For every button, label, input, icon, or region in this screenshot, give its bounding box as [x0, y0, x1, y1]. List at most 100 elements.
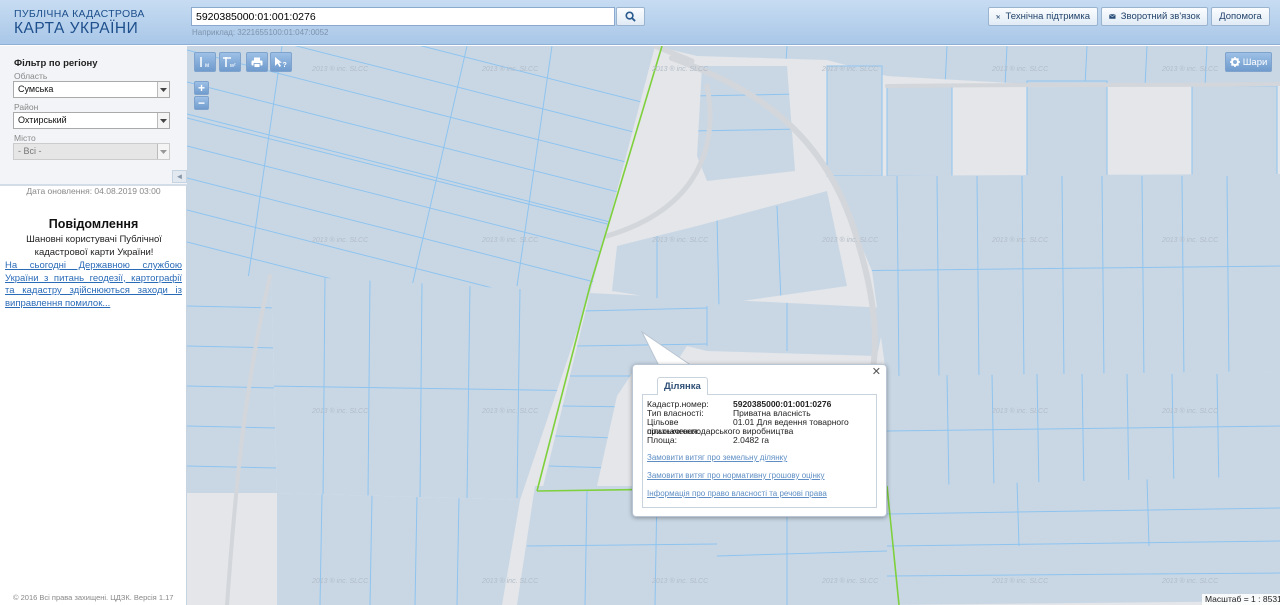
city-select-value: - Всі -: [18, 146, 42, 156]
gear-icon: [1229, 57, 1240, 67]
district-select[interactable]: Охтирський: [13, 112, 170, 129]
parcel-block-east: [832, 174, 1280, 381]
chevron-down-icon: [157, 82, 169, 97]
watermark: 2013 ® inc. SLCC: [651, 236, 709, 244]
ruler-icon: м: [200, 57, 209, 68]
chevron-down-icon: [157, 113, 169, 128]
watermark: 2013 ® inc. SLCC: [481, 407, 539, 415]
watermark: 2013 ® inc. SLCC: [991, 236, 1049, 244]
copyright-footer: © 2016 Всі права захищені. ЦДЗК. Версія …: [13, 593, 174, 602]
layers-label: Шари: [1242, 56, 1268, 68]
watermark: 2013 ® inc. SLCC: [651, 65, 709, 73]
parcel-block-southeast: [887, 476, 1280, 605]
ownership-info-link[interactable]: Інформація про право власності та речові…: [647, 489, 827, 498]
watermark: 2013 ® inc. SLCC: [1161, 577, 1219, 585]
filter-title: Фільтр по регіону: [14, 58, 98, 69]
app-logo[interactable]: ПУБЛІЧНА КАДАСТРОВА КАРТА УКРАЇНИ: [14, 9, 145, 36]
watermark: 2013 ® inc. SLCC: [991, 407, 1049, 415]
zoom-in-label: +: [197, 81, 205, 95]
parcel-info-popup: ✕ Ділянка Кадастр.номер: 5920385000:01:0…: [632, 364, 887, 517]
watermark: 2013 ® inc. SLCC: [481, 236, 539, 244]
search-input[interactable]: [191, 7, 615, 26]
parcel-block-west: [187, 276, 277, 493]
app-root: ПУБЛІЧНА КАДАСТРОВА КАРТА УКРАЇНИ Наприк…: [0, 0, 1280, 605]
order-parcel-extract-link[interactable]: Замовити витяг про земельну ділянку: [647, 453, 787, 462]
watermark: 2013 ® inc. SLCC: [821, 577, 879, 585]
layers-button[interactable]: Шари: [1225, 52, 1272, 72]
parcel-north-4: [1191, 85, 1278, 182]
region-label: Область: [14, 71, 48, 81]
zoom-out-label: −: [197, 96, 205, 110]
watermark: 2013 ® inc. SLCC: [1161, 236, 1219, 244]
watermark: 2013 ® inc. SLCC: [481, 65, 539, 73]
area-value: 2.0482 га: [733, 435, 770, 445]
parcel-block-east-center: [887, 371, 1280, 491]
pointer-help-icon: ?: [275, 57, 287, 68]
watermark: 2013 ® inc. SLCC: [311, 236, 369, 244]
watermark: 2013 ® inc. SLCC: [821, 65, 879, 73]
help-button[interactable]: Допомога: [1211, 7, 1270, 26]
parcel-north-3: [1026, 80, 1108, 177]
region-select-value: Сумська: [18, 84, 54, 94]
collapse-sidebar-button[interactable]: ◄: [172, 170, 187, 183]
header-bar: ПУБЛІЧНА КАДАСТРОВА КАРТА УКРАЇНИ Наприк…: [0, 0, 1280, 45]
area-label: Площа:: [647, 435, 677, 445]
printer-icon: [251, 57, 263, 68]
search-button[interactable]: [616, 7, 645, 26]
search-icon: [625, 11, 636, 22]
parcel-block-southwest: [277, 493, 520, 605]
region-filter-panel: Фільтр по регіону Область Сумська Район …: [0, 46, 187, 184]
map-scale: Масштаб = 1 : 8531: [1202, 594, 1280, 605]
notice-link[interactable]: На сьогодні Державною службою України з …: [5, 260, 182, 310]
envelope-icon: [1109, 14, 1116, 19]
city-label: Місто: [14, 133, 36, 143]
sidebar: Фільтр по регіону Область Сумська Район …: [0, 46, 187, 605]
parcel-north-2: [886, 85, 953, 177]
measure-length-button[interactable]: м: [194, 52, 216, 72]
chevron-left-icon: ◄: [175, 172, 184, 181]
region-select[interactable]: Сумська: [13, 81, 170, 98]
svg-text:м: м: [205, 63, 209, 68]
watermark: 2013 ® inc. SLCC: [651, 577, 709, 585]
feedback-label: Зворотний зв'язок: [1120, 11, 1200, 22]
logo-top-text: ПУБЛІЧНА КАДАСТРОВА: [14, 8, 145, 20]
identify-button[interactable]: ?: [270, 52, 292, 72]
tools-icon: [996, 14, 1000, 19]
notice-title: Повідомлення: [48, 217, 139, 231]
area-icon: м²: [223, 57, 236, 68]
search-hint: Наприклад: 3221655100:01:047:0052: [192, 28, 329, 37]
watermark: 2013 ® inc. SLCC: [1161, 407, 1219, 415]
close-icon: ✕: [871, 366, 881, 378]
help-label: Допомога: [1219, 11, 1262, 22]
watermark: 2013 ® inc. SLCC: [991, 577, 1049, 585]
measure-area-button[interactable]: м²: [219, 52, 241, 72]
district-label: Район: [14, 102, 39, 112]
zoom-out-button[interactable]: −: [194, 96, 209, 110]
watermark: 2013 ® inc. SLCC: [991, 65, 1049, 73]
update-date: Дата оновлення: 04.08.2019 03:00: [26, 186, 161, 196]
order-valuation-extract-link[interactable]: Замовити витяг про нормативну грошову оц…: [647, 471, 825, 480]
parcel-north-1: [826, 65, 883, 177]
parcel-purpose-row: Цільове призначення: 01.01 Для ведення т…: [647, 418, 877, 436]
close-popup-button[interactable]: ✕: [872, 367, 881, 378]
svg-text:м²: м²: [230, 63, 236, 68]
district-select-value: Охтирський: [18, 115, 67, 125]
tab-parcel[interactable]: Ділянка: [657, 377, 708, 395]
logo-bottom-text: КАРТА УКРАЇНИ: [14, 19, 139, 37]
chevron-down-icon: [157, 144, 169, 159]
watermark: 2013 ® inc. SLCC: [311, 65, 369, 73]
svg-text:?: ?: [283, 62, 287, 68]
watermark: 2013 ® inc. SLCC: [821, 236, 879, 244]
tech-support-button[interactable]: Технічна підтримка: [988, 7, 1098, 26]
feedback-button[interactable]: Зворотний зв'язок: [1101, 7, 1208, 26]
watermark: 2013 ® inc. SLCC: [1161, 65, 1219, 73]
map-canvas[interactable]: 2013 ® inc. SLCC 2013 ® inc. SLCC 2013 ®…: [187, 46, 1280, 605]
tech-support-label: Технічна підтримка: [1005, 11, 1091, 22]
city-select[interactable]: - Всі -: [13, 143, 170, 160]
watermark: 2013 ® inc. SLCC: [311, 407, 369, 415]
print-button[interactable]: [246, 52, 268, 72]
cadastral-map[interactable]: 2013 ® inc. SLCC 2013 ® inc. SLCC 2013 ®…: [187, 46, 1280, 605]
watermark: 2013 ® inc. SLCC: [481, 577, 539, 585]
zoom-in-button[interactable]: +: [194, 81, 209, 95]
watermark: 2013 ® inc. SLCC: [311, 577, 369, 585]
